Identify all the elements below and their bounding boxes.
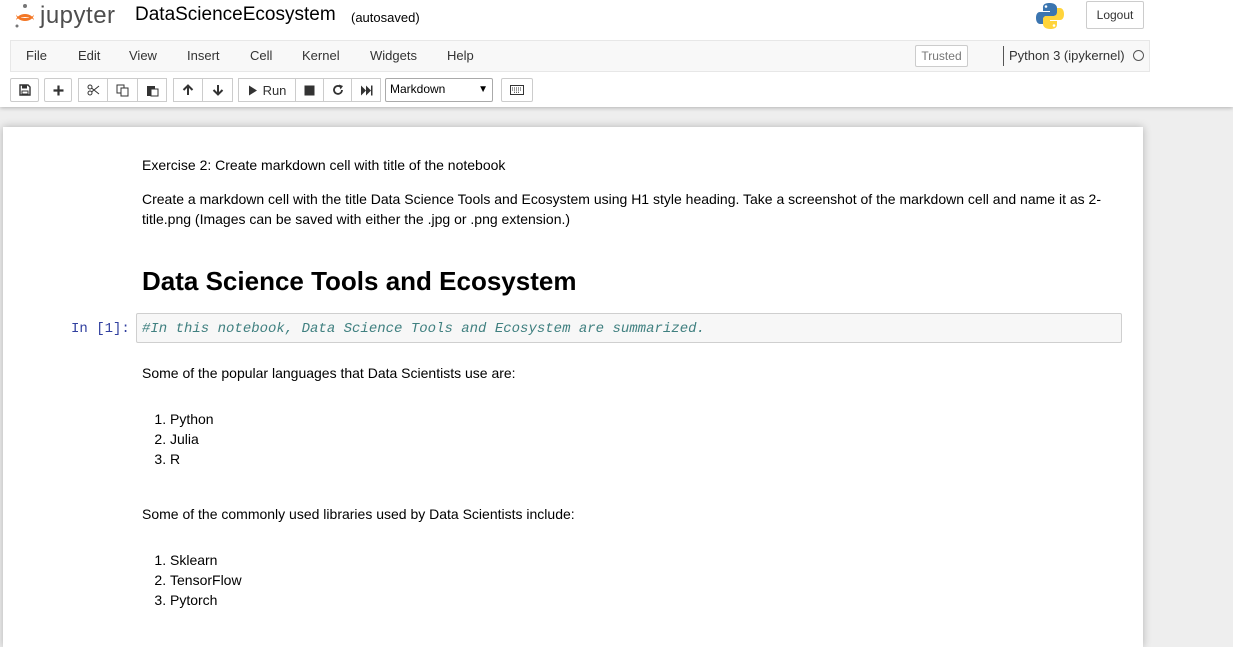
languages-list: Python Julia R	[142, 409, 214, 469]
chevron-down-icon: ▼	[478, 84, 488, 95]
paste-icon	[146, 85, 158, 96]
trusted-indicator[interactable]: Trusted	[915, 45, 968, 67]
code-comment: #In this notebook, Data Science Tools an…	[142, 321, 705, 337]
command-palette-button[interactable]	[501, 78, 533, 102]
run-button[interactable]: Run	[238, 78, 296, 102]
menu-kernel[interactable]: Kernel	[302, 48, 340, 63]
save-icon	[18, 84, 31, 96]
jupyter-logo-icon	[15, 4, 34, 28]
logout-button[interactable]: Logout	[1086, 1, 1144, 29]
restart-button[interactable]	[323, 78, 352, 102]
list-item: Python	[170, 409, 214, 429]
list-item: Sklearn	[170, 550, 242, 570]
notebook-header: jupyter DataScienceEcosystem (autosaved)…	[0, 0, 1233, 107]
cut-button[interactable]	[78, 78, 108, 102]
cell-type-value: Markdown	[390, 82, 446, 96]
arrow-up-icon	[182, 84, 194, 95]
cell-type-select[interactable]: Markdown ▼	[385, 78, 493, 102]
libraries-intro: Some of the commonly used libraries used…	[142, 506, 575, 522]
list-item: Julia	[170, 429, 214, 449]
languages-intro: Some of the popular languages that Data …	[142, 365, 516, 381]
exercise-description: Create a markdown cell with the title Da…	[142, 191, 1101, 227]
move-up-button[interactable]	[173, 78, 203, 102]
restart-icon	[332, 84, 343, 95]
fast-forward-icon	[360, 85, 372, 95]
kernel-name[interactable]: Python 3 (ipykernel)	[1009, 48, 1125, 63]
plus-icon	[53, 85, 63, 95]
menu-file[interactable]: File	[26, 48, 47, 63]
menu-edit[interactable]: Edit	[78, 48, 100, 63]
python-logo-icon	[1036, 3, 1064, 29]
jupyter-logo[interactable]: jupyter	[14, 2, 116, 30]
menu-bar: File Edit View Insert Cell Kernel Widget…	[10, 40, 1150, 72]
list-item: Pytorch	[170, 590, 242, 610]
menu-widgets[interactable]: Widgets	[370, 48, 417, 63]
copy-button[interactable]	[107, 78, 138, 102]
paste-button[interactable]	[137, 78, 167, 102]
keyboard-icon	[510, 85, 524, 95]
libraries-list: Sklearn TensorFlow Pytorch	[142, 550, 242, 610]
insert-cell-button[interactable]	[44, 78, 72, 102]
play-icon	[248, 85, 257, 95]
scissors-icon	[87, 84, 99, 96]
menu-view[interactable]: View	[129, 48, 157, 63]
notebook-name[interactable]: DataScienceEcosystem	[135, 4, 336, 26]
code-cell-prompt: In [1]:	[71, 321, 130, 337]
notebook-container: Exercise 2: Create markdown cell with ti…	[3, 127, 1143, 647]
save-button[interactable]	[10, 78, 39, 102]
notebook-heading: Data Science Tools and Ecosystem	[142, 266, 577, 296]
menu-insert[interactable]: Insert	[187, 48, 220, 63]
copy-icon	[116, 84, 129, 96]
autosave-status: (autosaved)	[351, 10, 420, 25]
logo-text: jupyter	[40, 2, 116, 29]
code-cell-input[interactable]: #In this notebook, Data Science Tools an…	[136, 313, 1122, 343]
arrow-down-icon	[212, 85, 223, 96]
move-down-button[interactable]	[202, 78, 233, 102]
restart-run-all-button[interactable]	[351, 78, 381, 102]
kernel-divider	[1003, 46, 1004, 66]
exercise-title: Exercise 2: Create markdown cell with ti…	[142, 157, 506, 173]
kernel-idle-icon	[1133, 50, 1144, 61]
stop-icon	[304, 85, 315, 95]
interrupt-button[interactable]	[295, 78, 324, 102]
list-item: TensorFlow	[170, 570, 242, 590]
menu-cell[interactable]: Cell	[250, 48, 272, 63]
menu-help[interactable]: Help	[447, 48, 474, 63]
list-item: R	[170, 449, 214, 469]
run-label: Run	[262, 82, 287, 98]
